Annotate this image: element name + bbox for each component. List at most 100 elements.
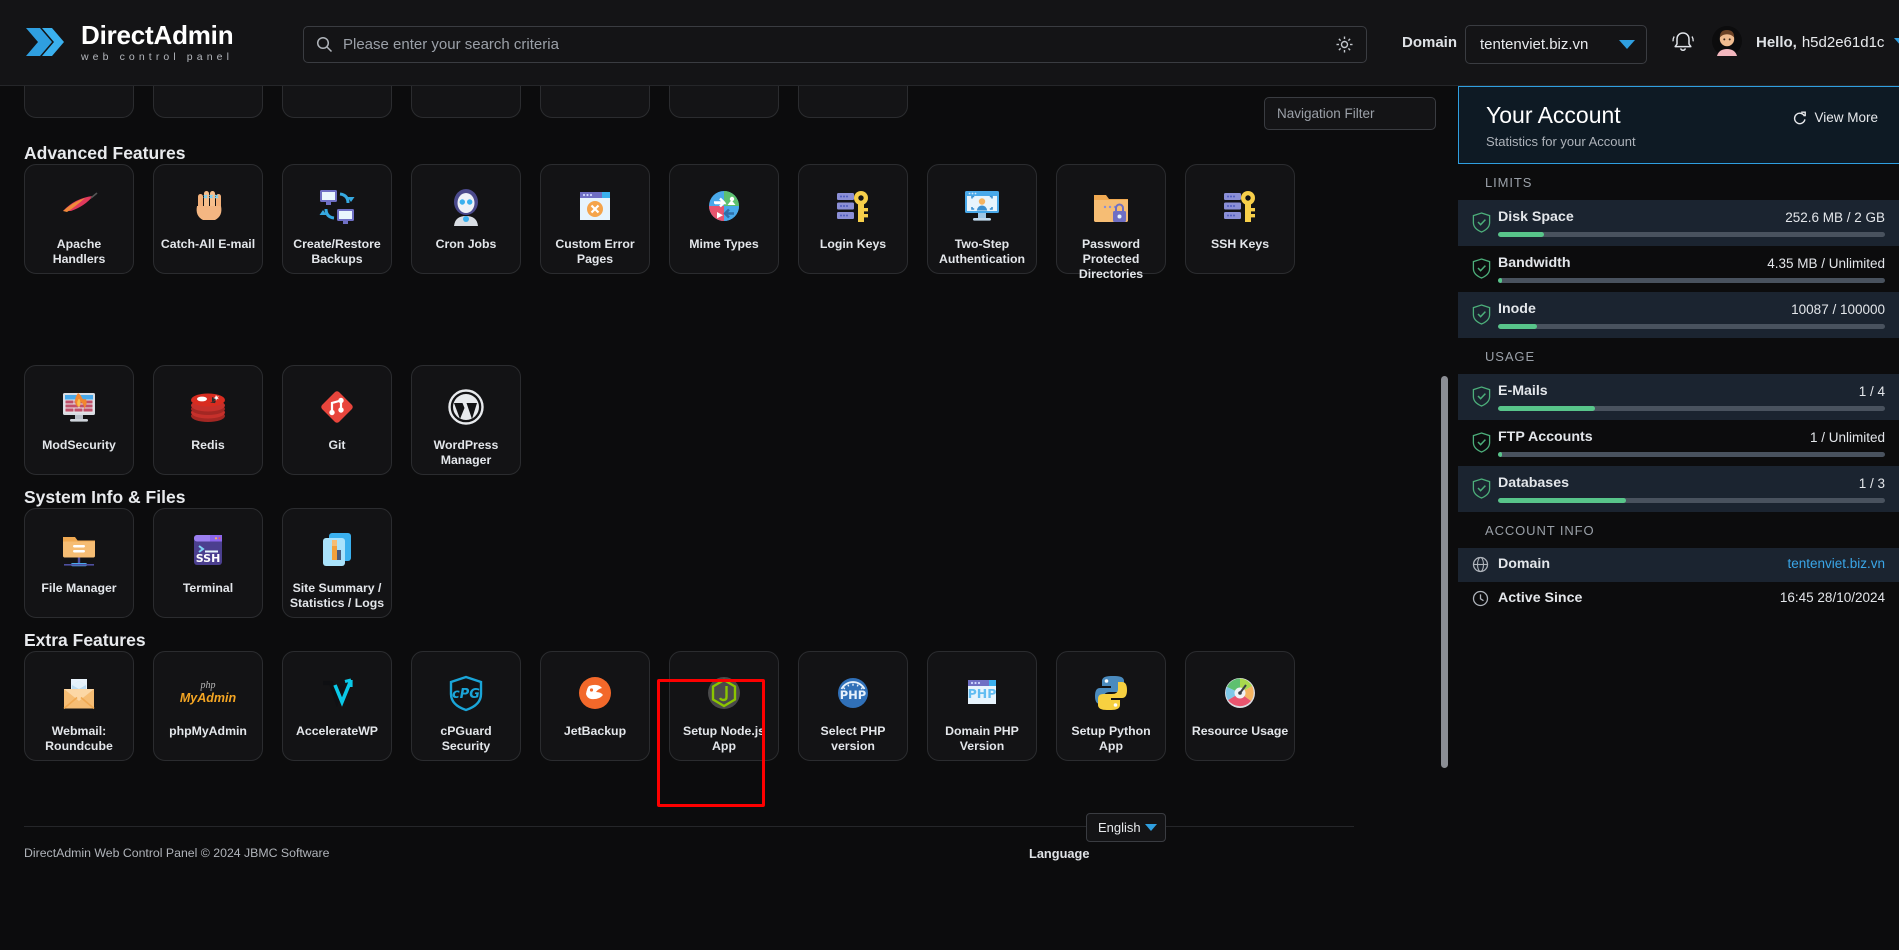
feature-card-label: phpMyAdmin [169,724,247,738]
feature-card-wordpress-manager[interactable]: WordPress Manager [411,365,521,475]
user-menu[interactable]: Hello, h5d2e61d1c [1756,34,1899,51]
account-info-value[interactable]: tentenviet.biz.vn [1787,556,1885,571]
feature-card-catch-all-e-mail[interactable]: Catch-All E-mail [153,164,263,274]
feature-card-label: SSH Keys [1210,237,1270,251]
phpmyadmin-icon: php MyAdmin [179,680,237,705]
main-scroll-area: Advanced Features Apache Handlers Catch-Al… [0,86,1436,950]
svg-text:PHP: PHP [968,686,997,701]
account-title: Your Account [1486,102,1621,128]
feature-card-git[interactable]: Git [282,365,392,475]
feature-card-ssh-keys[interactable]: SSH Keys [1185,164,1295,274]
navigation-filter[interactable] [1264,97,1436,130]
feature-card-apache-handlers[interactable]: Apache Handlers [24,164,134,274]
chevron-down-icon [1145,824,1157,831]
feature-card-label: Git [328,438,346,452]
gear-icon[interactable] [1335,35,1354,54]
feature-card-create-restore-backups[interactable]: Create/Restore Backups [282,164,392,274]
server-key-icon [831,184,875,228]
feature-card-setup-node-js-app[interactable]: Setup Node.js App [669,651,779,761]
feature-card-phpmyadmin[interactable]: php MyAdmin phpMyAdmin [153,651,263,761]
feature-card-label: Webmail: Roundcube [45,724,113,753]
feature-card-select-php-version[interactable]: PHP Select PHP version [798,651,908,761]
feature-card-custom-error-pages[interactable]: Custom Error Pages [540,164,650,274]
feature-card-webmail-roundcube[interactable]: Webmail: Roundcube [24,651,134,761]
feature-card-label: Login Keys [819,237,887,251]
main-scrollbar[interactable] [1440,86,1449,950]
feature-card-redis[interactable]: Redis [153,365,263,475]
stat-name: Bandwidth [1498,255,1571,271]
partial-card[interactable] [411,86,521,118]
partial-card[interactable] [153,86,263,118]
chevron-down-icon [1619,40,1635,49]
feature-card-file-manager[interactable]: File Manager [24,508,134,618]
feature-card-resource-usage[interactable]: Resource Usage [1185,651,1295,761]
shield-check-icon [1472,304,1491,325]
shield-check-icon [1472,258,1491,279]
feature-card-domain-php-version[interactable]: PHP Domain PHP Version [927,651,1037,761]
chevron-down-icon [1894,38,1899,47]
main-scrollbar-thumb[interactable] [1441,376,1448,768]
robot-icon [444,184,488,228]
domain-selector-value: tentenviet.biz.vn [1480,36,1589,53]
stat-progress-fill [1498,324,1537,329]
feature-card-acceleratewp[interactable]: AccelerateWP [282,651,392,761]
php-window-icon: PHP [960,671,1004,715]
stat-name: Databases [1498,475,1569,491]
backup-monitors-icon [315,184,359,228]
feature-card-label: Select PHP version [820,724,886,753]
account-info-row-active-since: Active Since 16:45 28/10/2024 [1458,582,1899,616]
feature-card-cpguard-security[interactable]: cPG cPGuard Security [411,651,521,761]
feature-card-label: Setup Python App [1071,724,1151,753]
redis-icon [186,385,230,429]
feature-card-login-keys[interactable]: Login Keys [798,164,908,274]
feature-card-terminal[interactable]: SSH Terminal [153,508,263,618]
feature-card-jetbackup[interactable]: JetBackup [540,651,650,761]
domain-selector[interactable]: tentenviet.biz.vn [1465,25,1647,64]
stat-progress-bar [1498,498,1885,503]
feature-card-cron-jobs[interactable]: Cron Jobs [411,164,521,274]
feature-card-two-step-authentication[interactable]: Two-Step Authentication [927,164,1037,274]
stat-name: FTP Accounts [1498,429,1593,445]
footer: DirectAdmin Web Control Panel © 2024 JBM… [0,813,1435,879]
feature-card-label: AccelerateWP [295,724,379,738]
stat-name: E-Mails [1498,383,1548,399]
search-bar[interactable] [303,26,1367,63]
feature-card-mime-types[interactable]: Mime Types [669,164,779,274]
stat-progress-fill [1498,232,1545,237]
navigation-filter-input[interactable] [1277,106,1435,121]
partial-card[interactable] [798,86,908,118]
account-info-name: Domain [1498,556,1551,572]
partial-card[interactable] [282,86,392,118]
avatar[interactable] [1712,26,1742,56]
view-more-button[interactable]: View More [1792,110,1878,125]
two-step-auth-icon [960,184,1004,228]
stat-progress-bar [1498,406,1885,411]
feature-card-label: Apache Handlers [52,237,106,266]
php-gauge-icon: PHP [831,671,875,715]
language-selector[interactable]: English [1086,813,1166,842]
account-info-section-label: ACCOUNT INFO [1458,512,1899,548]
notification-bell-icon[interactable] [1668,27,1698,57]
feature-card-label: Setup Node.js App [683,724,765,753]
search-input[interactable] [343,36,1335,53]
feature-card-modsecurity[interactable]: ModSecurity [24,365,134,475]
svg-text:cPG: cPG [452,687,480,702]
partial-card[interactable] [669,86,779,118]
hand-catch-icon [186,184,230,228]
feature-card-site-summary-statistics-logs[interactable]: Site Summary / Statistics / Logs [282,508,392,618]
brand-subtitle: web control panel [81,50,234,63]
feature-card-password-protected-directories[interactable]: Password Protected Directories [1056,164,1166,281]
stat-row-e-mails: E-Mails 1 / 4 [1458,374,1899,420]
feature-card-setup-python-app[interactable]: Setup Python App [1056,651,1166,761]
stat-progress-fill [1498,278,1502,283]
partial-card[interactable] [540,86,650,118]
stat-name: Disk Space [1498,209,1574,225]
stat-progress-bar [1498,278,1885,283]
feature-card-label: Create/Restore Backups [293,237,381,266]
cpguard-shield-icon: cPG [444,671,488,715]
card-row: Webmail: Roundcube php MyAdmin phpMyAdmin Ac… [24,651,1295,761]
partial-card[interactable] [24,86,134,118]
stat-progress-bar [1498,324,1885,329]
account-stats-body: LIMITS Disk Space 252.6 MB / 2 GB Bandwidth… [1458,164,1899,616]
brand-logo-block[interactable]: DirectAdmin web control panel [22,22,282,63]
